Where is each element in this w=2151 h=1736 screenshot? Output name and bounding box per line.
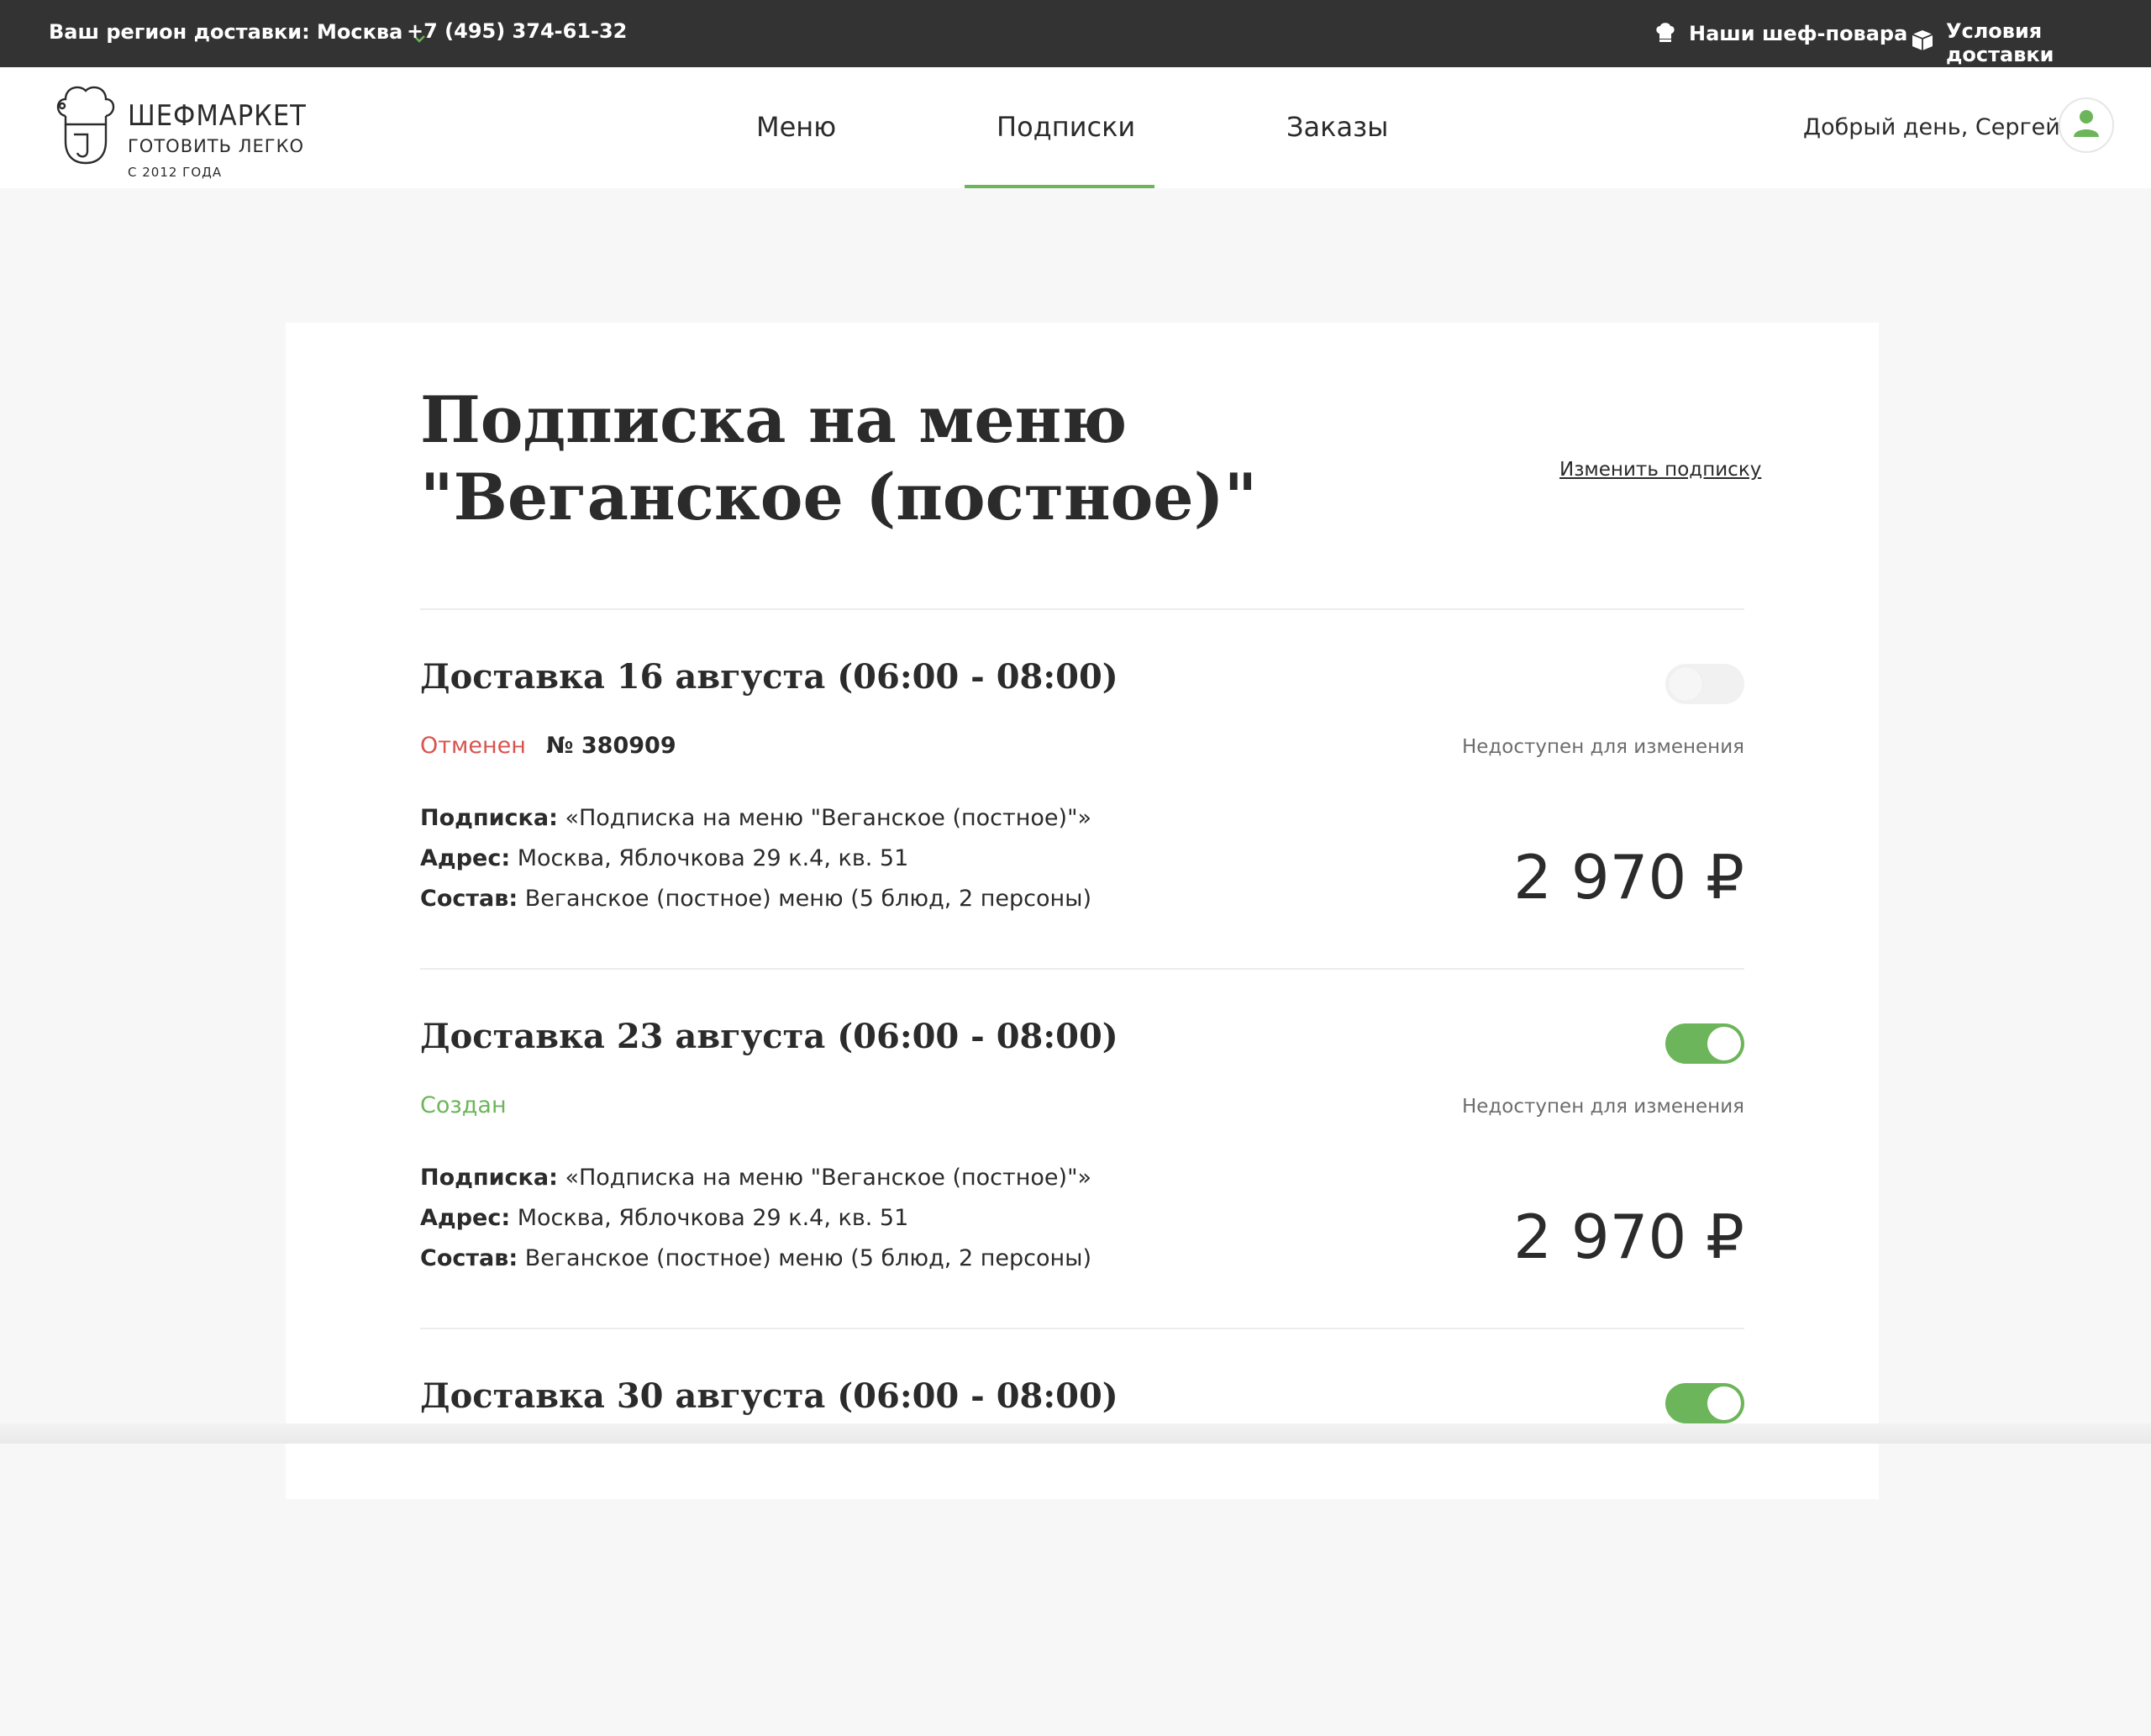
status-badge: Создан <box>420 1092 507 1118</box>
address-label: Адрес: <box>420 845 511 871</box>
subscription-row: Подписка: «Подписка на меню "Веганское (… <box>420 1158 1091 1198</box>
logo[interactable]: ШЕФМАРКЕТ ГОТОВИТЬ ЛЕГКО С 2012 ГОДА <box>54 82 307 180</box>
chef-hat-icon <box>1654 19 1689 48</box>
delivery-title: Доставка 23 августа (06:00 - 08:00) <box>420 1017 1118 1056</box>
delivery-details: Подписка: «Подписка на меню "Веганское (… <box>420 1158 1091 1279</box>
address-row: Адрес: Москва, Яблочкова 29 к.4, кв. 51 <box>420 839 1091 879</box>
delivery-price: 2 970 ₽ <box>1513 1202 1744 1272</box>
delivery-item: Доставка 23 августа (06:00 - 08:00) Созд… <box>420 1017 1744 1376</box>
composition-value: Веганское (постное) меню (5 блюд, 2 перс… <box>518 886 1092 912</box>
divider <box>420 608 1744 610</box>
delivery-item: Доставка 16 августа (06:00 - 08:00) Отме… <box>420 657 1744 1017</box>
delivery-toggle[interactable] <box>1665 1023 1744 1064</box>
order-number: № 380909 <box>546 733 676 759</box>
toggle-knob <box>1669 667 1702 701</box>
change-unavailable-note: Недоступен для изменения <box>1461 1096 1744 1118</box>
subscription-value: «Подписка на меню "Веганское (постное)"» <box>557 805 1092 831</box>
divider <box>420 968 1744 970</box>
logo-since: С 2012 ГОДА <box>128 165 223 180</box>
user-icon <box>2072 108 2101 142</box>
composition-row: Состав: Веганское (постное) меню (5 блюд… <box>420 1239 1091 1279</box>
status-badge: Отменен <box>420 733 526 759</box>
subscription-card: Подписка на меню "Веганское (постное)" И… <box>286 323 1879 1499</box>
toggle-knob <box>1707 1027 1741 1060</box>
subscription-label: Подписка: <box>420 805 558 831</box>
edit-subscription-link[interactable]: Изменить подписку <box>1559 459 1761 481</box>
toggle-knob <box>1707 1386 1741 1420</box>
site-header: ШЕФМАРКЕТ ГОТОВИТЬ ЛЕГКО С 2012 ГОДА Мен… <box>0 67 2151 188</box>
logo-brand: ШЕФМАРКЕТ <box>128 99 307 133</box>
change-unavailable-note: Недоступен для изменения <box>1461 736 1744 758</box>
user-greeting: Добрый день, Сергей <box>1803 114 2060 140</box>
tab-subscriptions[interactable]: Подписки <box>997 111 1135 143</box>
logo-tagline: ГОТОВИТЬ ЛЕГКО <box>128 136 305 156</box>
chefs-link[interactable]: Наши шеф-повара <box>1654 19 1907 48</box>
composition-row: Состав: Веганское (постное) меню (5 блюд… <box>420 879 1091 919</box>
delivery-title: Доставка 16 августа (06:00 - 08:00) <box>420 657 1118 697</box>
divider <box>420 1328 1744 1329</box>
delivery-toggle[interactable] <box>1665 664 1744 704</box>
active-tab-indicator <box>965 185 1154 188</box>
tab-orders[interactable]: Заказы <box>1286 111 1388 143</box>
composition-value: Веганское (постное) меню (5 блюд, 2 перс… <box>518 1245 1092 1271</box>
chefs-link-label: Наши шеф-повара <box>1689 22 1908 45</box>
address-value: Москва, Яблочкова 29 к.4, кв. 51 <box>510 845 909 871</box>
address-value: Москва, Яблочкова 29 к.4, кв. 51 <box>510 1205 909 1231</box>
composition-label: Состав: <box>420 886 518 912</box>
subscription-row: Подписка: «Подписка на меню "Веганское (… <box>420 798 1091 839</box>
top-bar: Ваш регион доставки: Москва +7 (495) 374… <box>0 0 2151 67</box>
subscription-label: Подписка: <box>420 1165 558 1191</box>
address-label: Адрес: <box>420 1205 511 1231</box>
composition-label: Состав: <box>420 1245 518 1271</box>
address-row: Адрес: Москва, Яблочкова 29 к.4, кв. 51 <box>420 1198 1091 1239</box>
chef-logo-icon <box>54 82 118 170</box>
delivery-toggle[interactable] <box>1665 1383 1744 1423</box>
delivery-terms-label: Условия доставки <box>1946 19 2054 66</box>
box-icon <box>1911 29 1946 57</box>
tab-menu[interactable]: Меню <box>756 111 836 143</box>
delivery-price: 2 970 ₽ <box>1513 842 1744 913</box>
delivery-region-selector[interactable]: Ваш регион доставки: Москва <box>49 20 426 44</box>
avatar[interactable] <box>2059 97 2114 153</box>
subscription-value: «Подписка на меню "Веганское (постное)"» <box>557 1165 1092 1191</box>
delivery-terms-link[interactable]: Условия доставки <box>1911 19 2151 66</box>
phone-number[interactable]: +7 (495) 374-61-32 <box>407 19 627 43</box>
delivery-details: Подписка: «Подписка на меню "Веганское (… <box>420 798 1091 919</box>
delivery-region-label: Ваш регион доставки: Москва <box>49 20 403 44</box>
bottom-edge <box>0 1423 2151 1444</box>
page-title: Подписка на меню "Веганское (постное)" <box>420 382 1258 534</box>
delivery-title: Доставка 30 августа (06:00 - 08:00) <box>420 1376 1118 1416</box>
